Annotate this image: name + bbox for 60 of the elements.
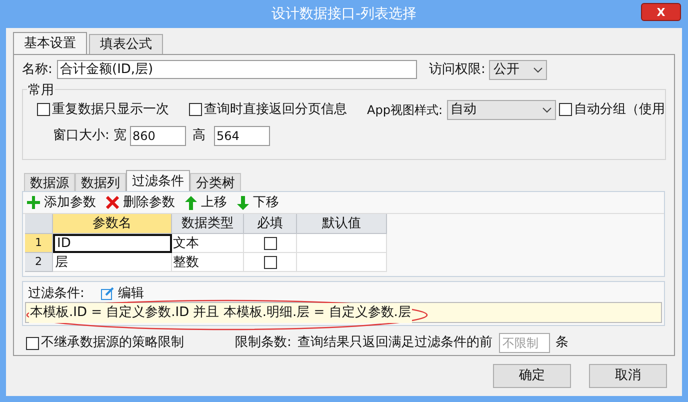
tab[interactable]: 过滤条件 xyxy=(126,170,190,192)
window-title: 设计数据接口-列表选择 xyxy=(271,4,417,24)
checkbox[interactable] xyxy=(264,256,276,269)
checkbox[interactable] xyxy=(189,103,202,116)
name-input[interactable]: 合计金额(ID,层) xyxy=(57,60,417,80)
toolbar-button[interactable]: 下移 xyxy=(237,193,279,213)
row-number: 1 xyxy=(25,234,53,254)
arrow-up-icon xyxy=(185,196,197,210)
table-cell: 整数 xyxy=(172,253,244,272)
window-size-label: 窗口大小: 宽 xyxy=(53,126,127,145)
column-header[interactable]: 参数名 xyxy=(53,214,172,234)
toolbar-button[interactable]: 添加参数 xyxy=(27,193,96,213)
plus-icon xyxy=(27,196,40,210)
checkbox[interactable] xyxy=(559,103,572,116)
checkbox[interactable] xyxy=(26,336,39,350)
table-cell[interactable]: 层 xyxy=(53,253,172,272)
height-label: 高 xyxy=(192,126,206,145)
edit-icon xyxy=(101,286,114,300)
option-label: 重复数据只显示一次 xyxy=(52,100,169,119)
column-header[interactable]: 必填 xyxy=(244,214,297,234)
tab[interactable]: 分类树 xyxy=(190,173,241,192)
app-view-label: App视图样式: xyxy=(367,102,442,119)
option-label: 自动分组（使用 xyxy=(574,100,665,119)
table-cell[interactable]: ID xyxy=(53,234,172,254)
access-label: 访问权限: xyxy=(429,61,486,80)
unit-label: 条 xyxy=(555,334,568,352)
row-number: 2 xyxy=(25,253,53,272)
caret-icon xyxy=(542,106,552,113)
table-cell[interactable] xyxy=(297,253,387,272)
limit-input[interactable]: 不限制 xyxy=(499,333,550,354)
height-input[interactable]: 564 xyxy=(214,126,270,146)
dialog-button[interactable]: 取消 xyxy=(589,364,667,388)
app-view-select[interactable]: 自动 xyxy=(446,100,556,120)
name-label: 名称: xyxy=(22,61,54,80)
width-input[interactable]: 860 xyxy=(130,126,186,146)
column-header[interactable]: 数据类型 xyxy=(172,214,244,234)
tab[interactable]: 数据列 xyxy=(75,173,126,192)
option-label: 查询时直接返回分页信息 xyxy=(204,100,347,119)
filter-expression-text: 本模板.ID = 自定义参数.ID 并且 本模板.明细.层 = 自定义参数.层 xyxy=(29,303,412,323)
table-cell[interactable] xyxy=(297,234,387,254)
table-cell: 文本 xyxy=(172,234,244,254)
tab[interactable]: 基本设置 xyxy=(13,32,87,54)
checkbox[interactable] xyxy=(264,236,276,250)
filter-label: 过滤条件: xyxy=(28,284,86,303)
edit-button[interactable]: 编辑 xyxy=(101,284,144,304)
tab[interactable]: 填表公式 xyxy=(89,34,163,54)
cross-icon xyxy=(106,196,119,210)
limit-text: 查询结果只返回满足过滤条件的前 xyxy=(297,334,492,352)
column-header[interactable]: 默认值 xyxy=(297,214,387,234)
toolbar-button[interactable]: 上移 xyxy=(185,193,227,213)
tab[interactable]: 数据源 xyxy=(24,173,75,192)
close-button[interactable]: X xyxy=(641,3,681,21)
toolbar-button[interactable]: 删除参数 xyxy=(106,193,175,213)
dialog-button[interactable]: 确定 xyxy=(493,364,571,388)
caret-icon xyxy=(533,66,544,73)
arrow-down-icon xyxy=(237,196,249,210)
access-select[interactable]: 公开 xyxy=(489,60,548,80)
checkbox[interactable] xyxy=(37,103,50,116)
limit-label: 限制条数: xyxy=(235,334,292,352)
option-label: 不继承数据源的策略限制 xyxy=(41,334,184,352)
